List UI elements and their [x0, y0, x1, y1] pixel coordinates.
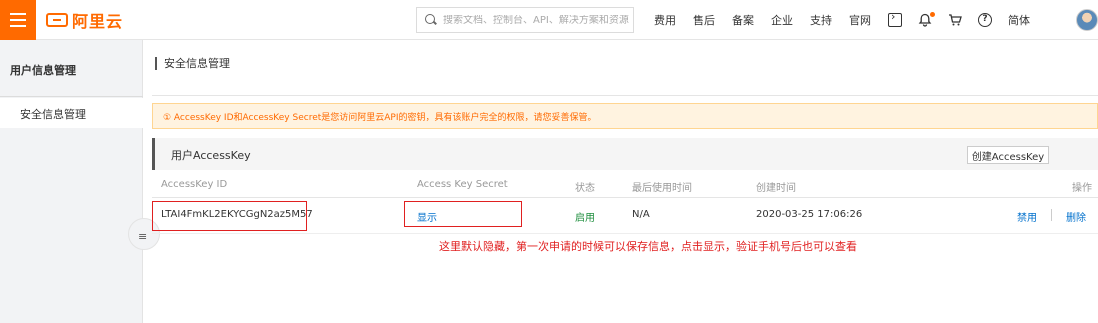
- sidebar: 用户信息管理 安全信息管理: [0, 40, 143, 323]
- nav-item-support[interactable]: 支持: [810, 12, 832, 28]
- panel-header: 用户AccessKey: [152, 138, 1098, 170]
- aliyun-logo-icon: [46, 13, 68, 27]
- status-badge: 启用: [575, 213, 595, 224]
- last-used-time: N/A: [632, 209, 650, 220]
- column-header-actions: 操作: [1072, 183, 1092, 194]
- nav-item-enterprise[interactable]: 企业: [771, 12, 793, 28]
- column-header-access-key-secret: Access Key Secret: [417, 179, 508, 190]
- avatar[interactable]: [1076, 9, 1098, 31]
- search-input[interactable]: [443, 14, 633, 26]
- logo-text: 阿里云: [72, 12, 124, 31]
- divider: [152, 197, 1098, 198]
- delete-link[interactable]: 删除: [1066, 209, 1086, 224]
- access-key-id: LTAI4FmKL2EKYCGgN2az5M57: [161, 209, 313, 220]
- column-header-access-key-id: AccessKey ID: [161, 179, 228, 190]
- divider: [152, 95, 1098, 96]
- created-time: 2020-03-25 17:06:26: [756, 209, 863, 220]
- nav-item-website[interactable]: 官网: [849, 12, 871, 28]
- page-title: 安全信息管理: [155, 57, 230, 70]
- terminal-icon[interactable]: [888, 10, 902, 27]
- help-icon[interactable]: ?: [978, 13, 992, 27]
- search-box[interactable]: [416, 7, 634, 33]
- collapse-icon: ≡: [138, 230, 148, 243]
- divider: [1051, 209, 1052, 221]
- logo[interactable]: 阿里云: [46, 11, 124, 31]
- menu-icon[interactable]: [0, 0, 36, 40]
- column-header-created: 创建时间: [756, 183, 796, 194]
- sidebar-item-label: 安全信息管理: [20, 108, 86, 121]
- panel-title: 用户AccessKey: [171, 149, 251, 162]
- nav-item-icp[interactable]: 备案: [732, 12, 754, 28]
- top-nav: 费用 售后 备案 企业 支持 官网 ? 简体: [654, 0, 1047, 40]
- column-header-status: 状态: [575, 183, 595, 194]
- warning-notice: ① AccessKey ID和AccessKey Secret是您访问阿里云AP…: [152, 103, 1098, 129]
- notice-text: ① AccessKey ID和AccessKey Secret是您访问阿里云AP…: [163, 113, 597, 123]
- language-switch[interactable]: 简体: [1008, 12, 1030, 28]
- disable-link[interactable]: 禁用: [1017, 209, 1037, 224]
- divider: [152, 233, 1098, 234]
- cart-icon[interactable]: [948, 13, 962, 27]
- nav-item-fee[interactable]: 费用: [654, 12, 676, 28]
- annotation-text: 这里默认隐藏，第一次申请的时候可以保存信息，点击显示，验证手机号后也可以查看: [439, 240, 857, 253]
- top-bar: 阿里云 费用 售后 备案 企业 支持 官网 ? 简体: [0, 0, 1098, 40]
- bell-icon[interactable]: [918, 12, 935, 27]
- nav-item-after-sales[interactable]: 售后: [693, 12, 715, 28]
- column-header-last-used: 最后使用时间: [632, 183, 692, 194]
- divider: [0, 96, 143, 97]
- search-icon[interactable]: [425, 14, 437, 26]
- sidebar-title: 用户信息管理: [10, 64, 76, 77]
- show-secret-link[interactable]: 显示: [417, 209, 437, 224]
- create-accesskey-button[interactable]: 创建AccessKey: [967, 146, 1049, 164]
- sidebar-item-security-info[interactable]: 安全信息管理: [0, 98, 143, 128]
